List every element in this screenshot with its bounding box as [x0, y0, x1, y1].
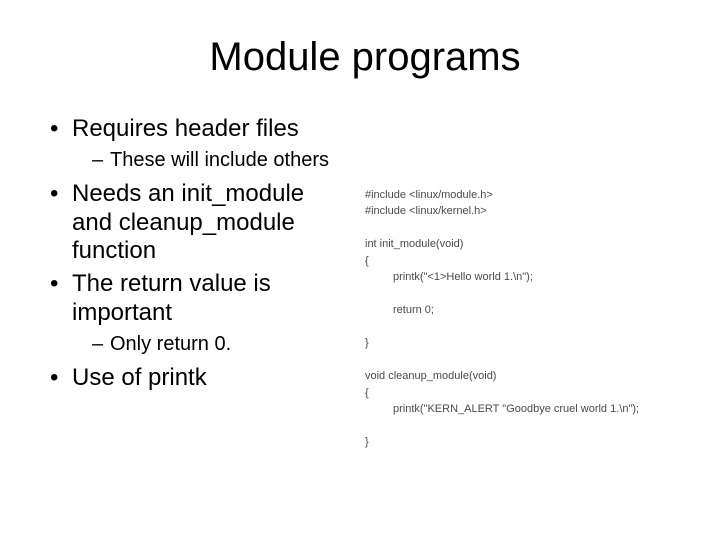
- sub-bullet-list: These will include others: [72, 148, 350, 172]
- code-line: printk("<1>Hello world 1.\n");: [365, 269, 680, 286]
- bullet-text: Use of printk: [72, 364, 207, 391]
- sub-bullet-item: Only return 0.: [92, 332, 350, 356]
- sub-bullet-list: Only return 0.: [72, 332, 350, 356]
- bullet-item: Requires header files These will include…: [50, 115, 350, 172]
- code-line: void cleanup_module(void): [365, 370, 496, 382]
- code-line: }: [365, 337, 369, 349]
- main-bullet-list: Requires header files These will include…: [50, 115, 350, 393]
- bullet-column: Requires header files These will include…: [50, 115, 350, 467]
- code-column: #include <linux/module.h> #include <linu…: [360, 115, 680, 467]
- code-line: int init_module(void): [365, 238, 463, 250]
- code-line: #include <linux/kernel.h>: [365, 205, 487, 217]
- content-area: Requires header files These will include…: [50, 115, 680, 467]
- code-line: printk("KERN_ALERT "Goodbye cruel world …: [365, 401, 680, 418]
- code-line: return 0;: [365, 302, 680, 319]
- bullet-item: Needs an init_module and cleanup_module …: [50, 180, 350, 266]
- sub-bullet-text: Only return 0.: [110, 333, 231, 355]
- sub-bullet-text: These will include others: [110, 149, 329, 171]
- slide: Module programs Requires header files Th…: [0, 0, 720, 540]
- bullet-item: The return value is important Only retur…: [50, 270, 350, 356]
- code-line: }: [365, 436, 369, 448]
- code-line: {: [365, 255, 369, 267]
- bullet-item: Use of printk: [50, 364, 350, 393]
- bullet-text: Needs an init_module and cleanup_module …: [72, 180, 304, 265]
- code-block: #include <linux/module.h> #include <linu…: [365, 170, 680, 467]
- code-line: {: [365, 387, 369, 399]
- bullet-text: Requires header files: [72, 115, 299, 142]
- code-line: #include <linux/module.h>: [365, 189, 493, 201]
- slide-title: Module programs: [50, 35, 680, 80]
- bullet-text: The return value is important: [72, 270, 271, 326]
- sub-bullet-item: These will include others: [92, 148, 350, 172]
